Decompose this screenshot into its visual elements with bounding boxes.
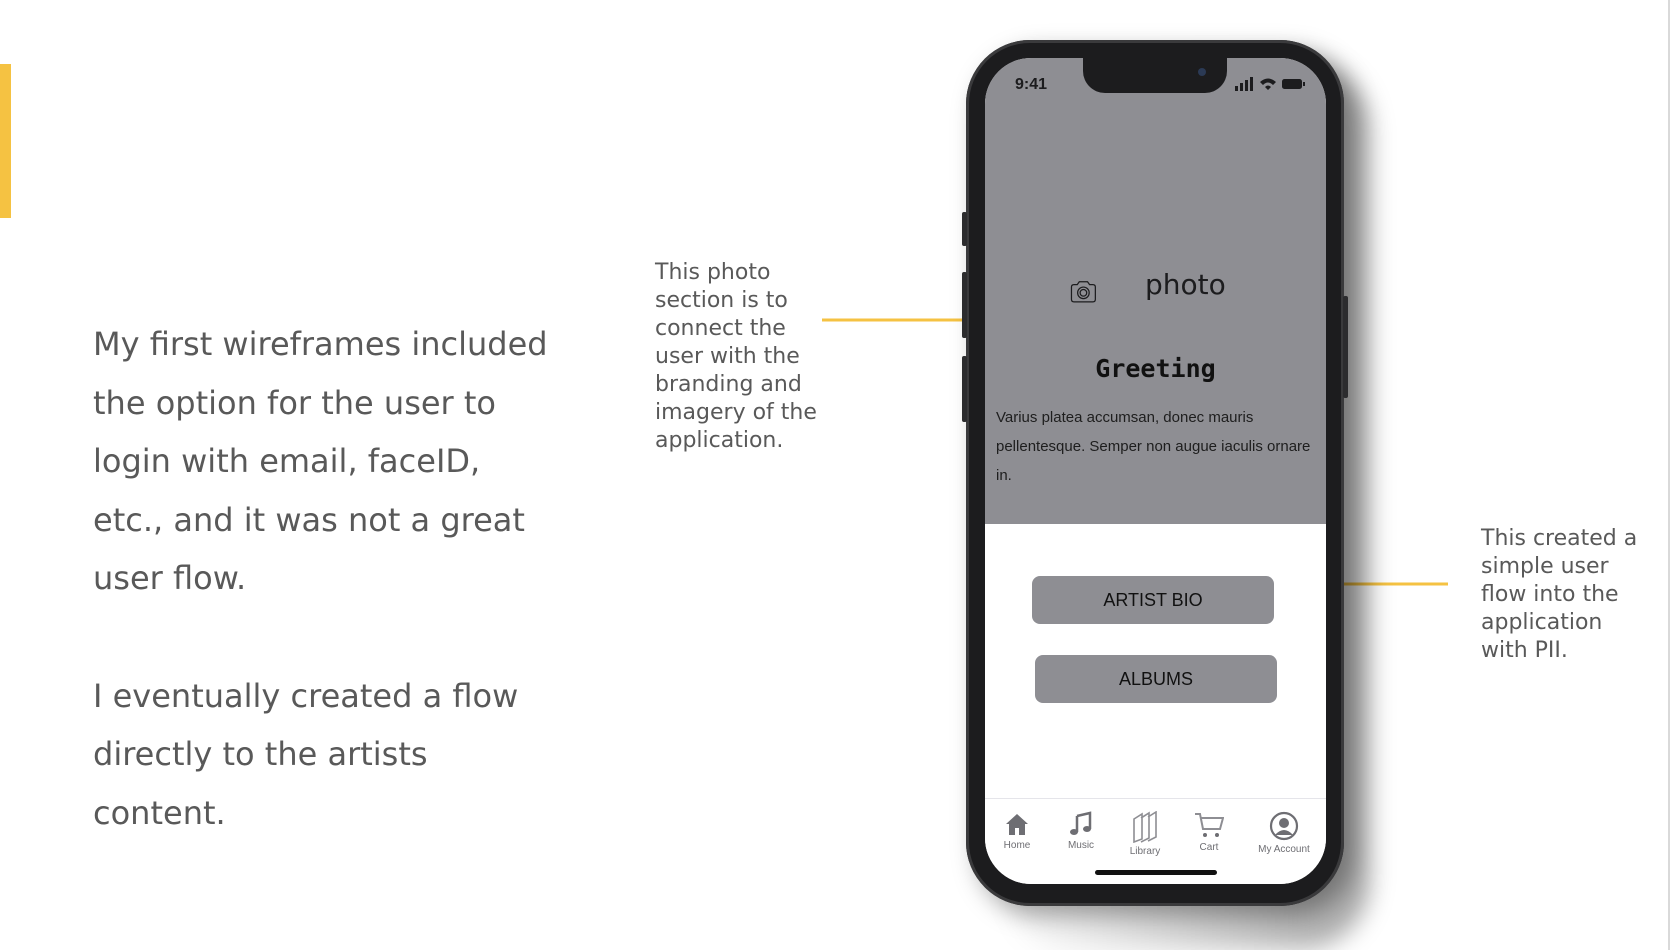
tab-my-account[interactable]: My Account [1245, 811, 1323, 855]
phone-volume-up [962, 272, 967, 338]
tab-label: My Account [1258, 844, 1310, 855]
tab-music[interactable]: Music [1051, 811, 1111, 851]
photo-label: photo [1145, 268, 1226, 301]
account-icon [1269, 811, 1299, 841]
description-paragraph-1: My first wireframes included the option … [93, 325, 548, 597]
status-time: 9:41 [1015, 76, 1048, 93]
tab-label: Cart [1199, 842, 1219, 853]
camera-icon [1070, 281, 1096, 303]
battery-icon [1282, 79, 1302, 89]
phone-silent-switch [962, 212, 967, 246]
cart-icon [1195, 813, 1224, 837]
wifi-icon [1260, 78, 1276, 90]
greeting-body: Varius platea accumsan, donec mauris pel… [996, 409, 1311, 484]
tab-label: Music [1067, 840, 1095, 851]
accent-bar [0, 64, 11, 218]
greeting-heading: Greeting [1095, 354, 1216, 383]
main-description: My first wireframes included the option … [93, 315, 553, 842]
home-icon [1006, 814, 1028, 835]
photo-section: 9:41 photo Greeting Varius platea accums… [985, 58, 1326, 524]
home-indicator [1095, 870, 1217, 875]
music-note-icon [1070, 811, 1092, 835]
signal-icon [1235, 86, 1238, 91]
artist-bio-button[interactable]: ARTIST BIO [1032, 576, 1274, 624]
tab-home[interactable]: Home [987, 811, 1047, 851]
phone-screen: 9:41 photo Greeting Varius platea accums… [985, 58, 1326, 884]
phone-power-button [1343, 296, 1348, 398]
tab-cart[interactable]: Cart [1179, 811, 1239, 853]
tab-library[interactable]: Library [1115, 811, 1175, 857]
front-camera [1198, 68, 1206, 76]
phone-volume-down [962, 356, 967, 422]
description-paragraph-2: I eventually created a flow directly to … [93, 676, 519, 832]
photo-section-annotation: This photo section is to connect the use… [655, 260, 817, 453]
albums-button[interactable]: ALBUMS [1035, 655, 1277, 703]
tab-label: Library [1129, 846, 1161, 857]
tab-label: Home [1003, 840, 1031, 851]
user-flow-annotation: This created a simple user flow into the… [1481, 526, 1638, 663]
status-icons [1235, 77, 1305, 91]
phone-notch [1083, 58, 1227, 93]
library-icon [1133, 811, 1157, 843]
